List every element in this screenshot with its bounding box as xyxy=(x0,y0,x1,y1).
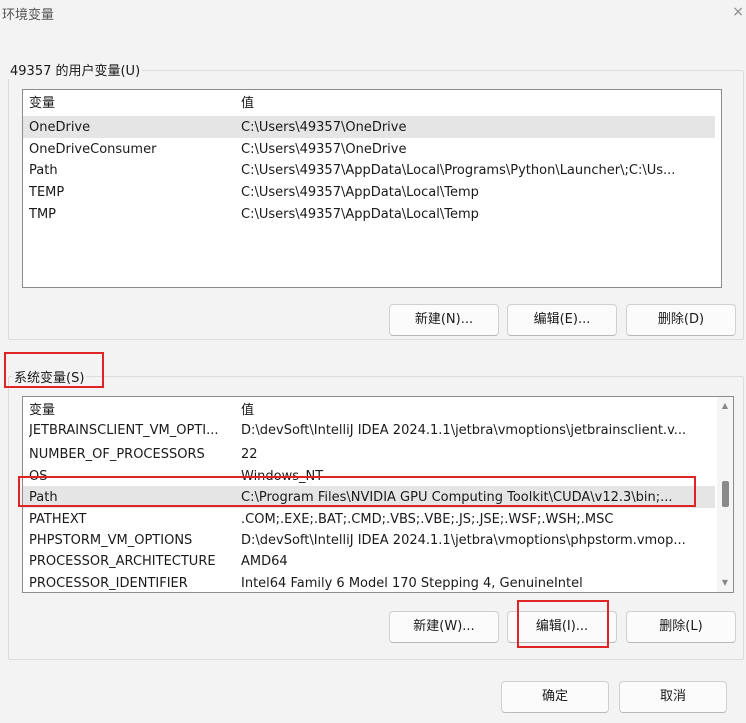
table-row[interactable]: OneDriveConsumer C:\Users\49357\OneDrive xyxy=(23,138,715,160)
variable-value: 22 xyxy=(241,446,258,462)
user-new-button[interactable]: 新建(N)... xyxy=(389,304,499,336)
title-bar: 环境变量 × xyxy=(0,0,746,28)
variable-value: C:\Program Files\NVIDIA GPU Computing To… xyxy=(241,489,673,505)
table-row[interactable]: JETBRAINSCLIENT_VM_OPTI... D:\devSoft\In… xyxy=(23,419,715,441)
variable-value: C:\Users\49357\OneDrive xyxy=(241,119,407,135)
column-header-value[interactable]: 值 xyxy=(241,92,701,111)
system-variables-label: 系统变量(S) xyxy=(12,367,87,386)
system-variables-list[interactable]: 变量 值 JETBRAINSCLIENT_VM_OPTI... D:\devSo… xyxy=(22,396,734,593)
system-new-button[interactable]: 新建(W)... xyxy=(389,611,499,643)
table-row[interactable]: PROCESSOR_ARCHITECTURE AMD64 xyxy=(23,550,715,572)
variable-name: PROCESSOR_ARCHITECTURE xyxy=(29,553,216,569)
column-header-variable[interactable]: 变量 xyxy=(29,92,235,111)
user-variables-list[interactable]: 变量 值 OneDrive C:\Users\49357\OneDrive On… xyxy=(22,89,722,288)
variable-value: C:\Users\49357\AppData\Local\Programs\Py… xyxy=(241,162,676,178)
table-row[interactable]: NUMBER_OF_PROCESSORS 22 xyxy=(23,443,715,465)
variable-value: Windows_NT xyxy=(241,468,324,484)
variable-name: TMP xyxy=(29,206,56,222)
variable-value: C:\Users\49357\AppData\Local\Temp xyxy=(241,184,479,200)
variable-name: OneDriveConsumer xyxy=(29,141,157,157)
system-edit-button[interactable]: 编辑(I)... xyxy=(507,611,617,643)
table-row[interactable]: TMP C:\Users\49357\AppData\Local\Temp xyxy=(23,203,715,225)
variable-name: PATHEXT xyxy=(29,511,87,527)
variable-name: JETBRAINSCLIENT_VM_OPTI... xyxy=(29,422,219,438)
scroll-thumb[interactable] xyxy=(722,481,729,507)
scrollbar[interactable]: ▲ ▼ xyxy=(717,397,733,592)
variable-name: OS xyxy=(29,468,48,484)
variable-value: C:\Users\49357\AppData\Local\Temp xyxy=(241,206,479,222)
table-row[interactable]: Path C:\Program Files\NVIDIA GPU Computi… xyxy=(23,486,715,508)
window-title: 环境变量 xyxy=(2,8,55,23)
column-header-variable[interactable]: 变量 xyxy=(29,399,235,418)
list-header: 变量 值 xyxy=(23,397,715,419)
table-row[interactable]: PROCESSOR_IDENTIFIER Intel64 Family 6 Mo… xyxy=(23,572,715,592)
table-row[interactable]: OS Windows_NT xyxy=(23,465,715,487)
variable-name: NUMBER_OF_PROCESSORS xyxy=(29,446,205,462)
close-icon[interactable]: × xyxy=(732,4,744,20)
table-row[interactable]: TEMP C:\Users\49357\AppData\Local\Temp xyxy=(23,181,715,203)
variable-name: PHPSTORM_VM_OPTIONS xyxy=(29,532,193,548)
variable-name: Path xyxy=(29,489,58,505)
user-variables-label: 49357 的用户变量(U) xyxy=(8,60,143,79)
scroll-up-icon[interactable]: ▲ xyxy=(717,399,733,413)
table-row[interactable]: Path C:\Users\49357\AppData\Local\Progra… xyxy=(23,159,715,181)
variable-name: TEMP xyxy=(29,184,65,200)
variable-value: .COM;.EXE;.BAT;.CMD;.VBS;.VBE;.JS;.JSE;.… xyxy=(241,511,614,527)
ok-button[interactable]: 确定 xyxy=(501,681,609,713)
variable-value: AMD64 xyxy=(241,553,288,569)
scroll-down-icon[interactable]: ▼ xyxy=(717,576,733,590)
table-row[interactable]: PHPSTORM_VM_OPTIONS D:\devSoft\IntelliJ … xyxy=(23,529,715,551)
user-delete-button[interactable]: 删除(D) xyxy=(626,304,736,336)
variable-name: OneDrive xyxy=(29,119,91,135)
variable-value: D:\devSoft\IntelliJ IDEA 2024.1.1\jetbra… xyxy=(241,422,687,438)
user-edit-button[interactable]: 编辑(E)... xyxy=(507,304,617,336)
list-header: 变量 值 xyxy=(23,90,715,112)
variable-value: Intel64 Family 6 Model 170 Stepping 4, G… xyxy=(241,575,583,591)
variable-value: C:\Users\49357\OneDrive xyxy=(241,141,407,157)
variable-name: PROCESSOR_IDENTIFIER xyxy=(29,575,188,591)
column-header-value[interactable]: 值 xyxy=(241,399,711,418)
system-delete-button[interactable]: 删除(L) xyxy=(626,611,736,643)
table-row[interactable]: PATHEXT .COM;.EXE;.BAT;.CMD;.VBS;.VBE;.J… xyxy=(23,508,715,530)
variable-value: D:\devSoft\IntelliJ IDEA 2024.1.1\jetbra… xyxy=(241,532,686,548)
variable-name: Path xyxy=(29,162,58,178)
table-row[interactable]: OneDrive C:\Users\49357\OneDrive xyxy=(23,116,715,138)
cancel-button[interactable]: 取消 xyxy=(619,681,727,713)
